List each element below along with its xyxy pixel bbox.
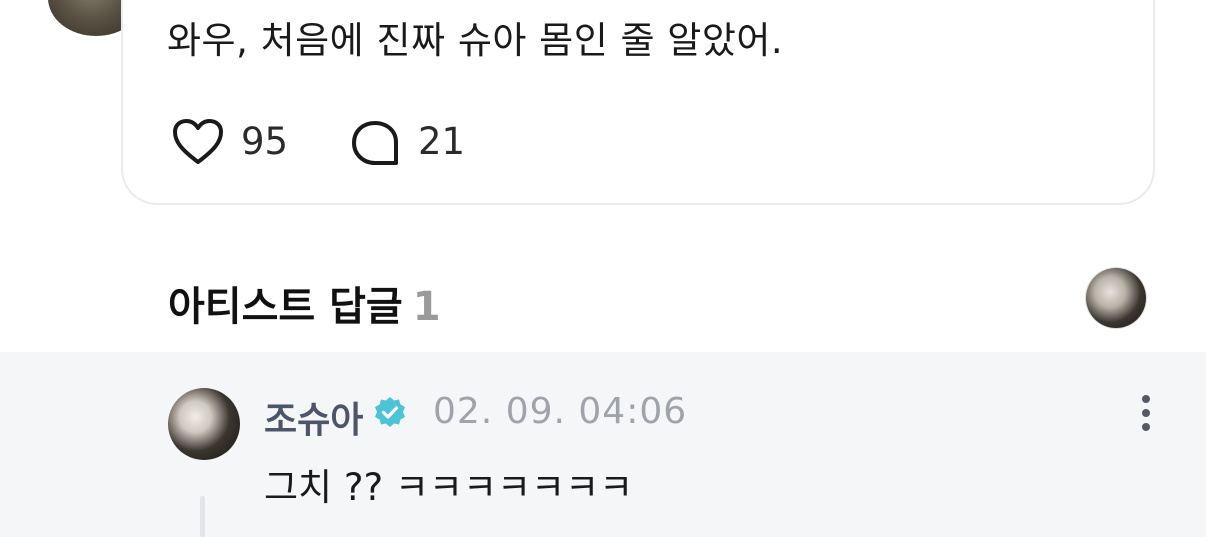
- reply-author-name[interactable]: 조슈아: [264, 391, 363, 443]
- artist-replies-heading: 아티스트 답글 1: [168, 274, 441, 332]
- reply-author-avatar[interactable]: [168, 388, 240, 460]
- reply-text: 그치 ?? ㅋㅋㅋㅋㅋㅋㅋ: [264, 466, 634, 509]
- reply-timestamp: 02. 09. 04:06: [433, 391, 688, 432]
- speech-bubble-icon[interactable]: [350, 119, 400, 167]
- verified-badge-icon: [375, 397, 405, 427]
- artist-replies-count: 1: [412, 284, 441, 330]
- heart-outline-icon[interactable]: [172, 118, 224, 166]
- vertical-dots-icon[interactable]: [1136, 394, 1156, 434]
- post-text: 와우, 처음에 진짜 슈아 몸인 줄 알았어.: [167, 19, 784, 62]
- thread-line: [200, 496, 205, 537]
- artist-avatar[interactable]: [1086, 268, 1146, 328]
- like-count: 95: [241, 120, 289, 163]
- artist-replies-title: 아티스트 답글: [168, 284, 403, 330]
- comment-count: 21: [418, 120, 466, 163]
